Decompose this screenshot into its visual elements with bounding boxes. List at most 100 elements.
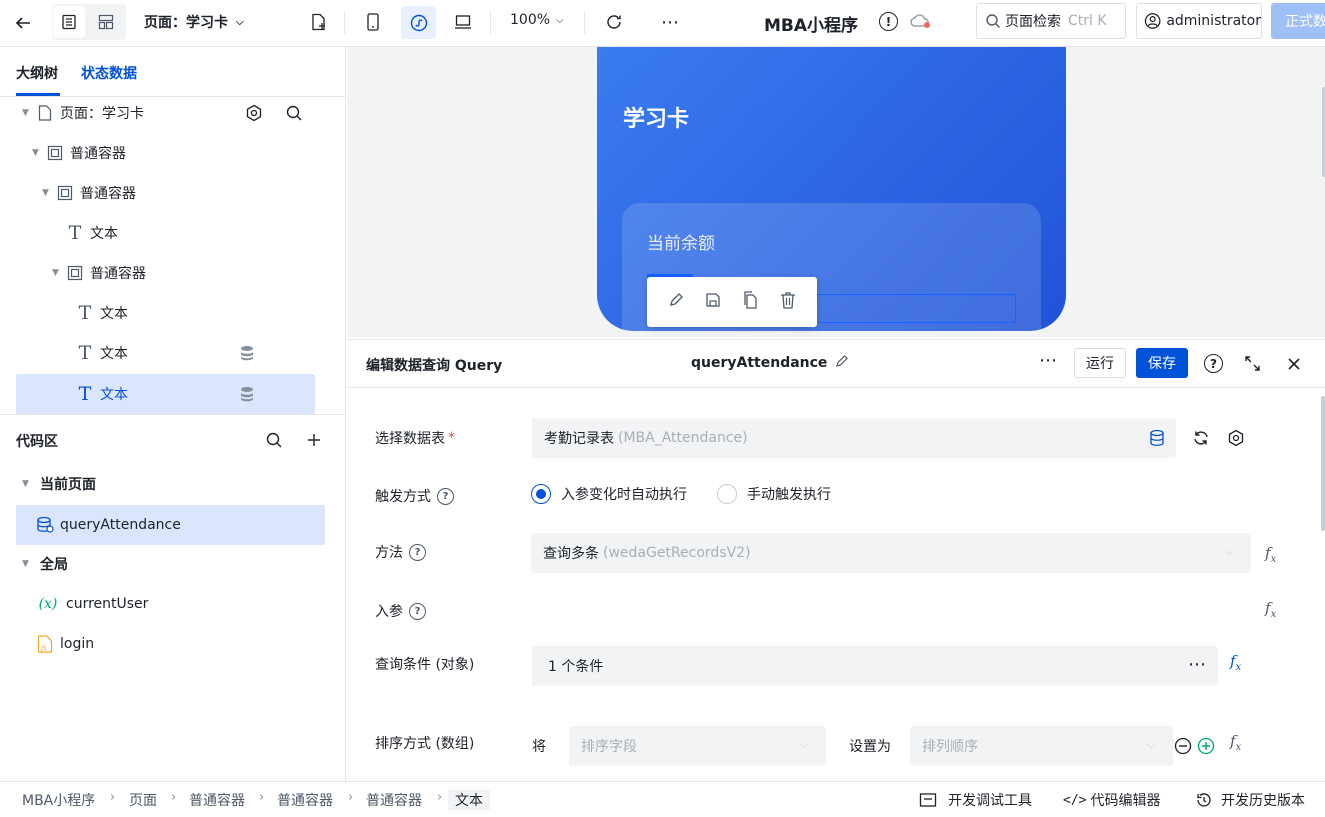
sort-field-select[interactable]: 排序字段 ⌵ bbox=[569, 726, 826, 766]
caret-down-icon: ▼ bbox=[42, 188, 49, 198]
settings-icon[interactable] bbox=[245, 104, 263, 126]
breadcrumb-item[interactable]: 页面 bbox=[129, 790, 157, 810]
global-item-login[interactable]: JS login bbox=[16, 624, 315, 664]
sort-prefix: 将 bbox=[532, 739, 546, 755]
refresh-icon[interactable] bbox=[1192, 429, 1210, 451]
global-item-currentuser[interactable]: (𝑥) currentUser bbox=[16, 584, 315, 624]
help-icon[interactable]: ? bbox=[409, 543, 426, 561]
query-item-queryattendance[interactable]: queryAttendance bbox=[16, 505, 325, 545]
zoom-select[interactable]: 100% ⌵ bbox=[510, 12, 564, 28]
sort-set-label: 设置为 bbox=[849, 739, 891, 755]
fx-icon-active[interactable]: fx bbox=[1230, 652, 1241, 673]
search-icon[interactable] bbox=[285, 104, 303, 126]
history-button[interactable]: 开发历史版本 bbox=[1196, 790, 1305, 810]
warning-icon[interactable]: ! bbox=[879, 12, 898, 31]
more-icon[interactable]: ⋯ bbox=[654, 6, 686, 38]
breadcrumb-item[interactable]: 普通容器 bbox=[189, 790, 245, 810]
chevron-down-icon: ⌵ bbox=[799, 738, 808, 751]
fx-icon[interactable]: fx bbox=[1265, 544, 1276, 565]
edit-icon[interactable] bbox=[668, 292, 684, 312]
remove-icon[interactable] bbox=[1174, 737, 1192, 759]
debug-tool-button[interactable]: 开发调试工具 bbox=[919, 790, 1032, 810]
save-icon[interactable] bbox=[705, 292, 721, 312]
layout-view-icon[interactable] bbox=[90, 6, 122, 38]
close-icon[interactable] bbox=[1287, 356, 1301, 375]
help-icon[interactable]: ? bbox=[437, 487, 454, 505]
tree-node-container[interactable]: ▼ 普通容器 bbox=[16, 253, 315, 293]
divider bbox=[584, 12, 585, 34]
cloud-status-icon[interactable] bbox=[909, 12, 933, 30]
tree-node-text[interactable]: T 文本 bbox=[16, 293, 315, 333]
chevron-right-icon: › bbox=[110, 790, 116, 805]
page-select[interactable]: 页面：学习卡 ⌵ bbox=[144, 12, 244, 32]
add-page-icon[interactable] bbox=[303, 6, 335, 38]
query-item-label: queryAttendance bbox=[60, 517, 181, 533]
global-group[interactable]: ▼ 全局 bbox=[16, 544, 315, 584]
tree-node-page[interactable]: ▼ 页面：学习卡 bbox=[16, 93, 315, 133]
code-editor-button[interactable]: </> 代码编辑器 bbox=[1063, 790, 1160, 810]
breadcrumb-item[interactable]: 普通容器 bbox=[366, 790, 422, 810]
condition-label: 查询条件 (对象) bbox=[375, 657, 475, 673]
help-icon[interactable]: ? bbox=[1204, 354, 1223, 373]
help-icon[interactable]: ? bbox=[409, 602, 426, 620]
refresh-icon[interactable] bbox=[598, 6, 630, 38]
user-menu[interactable]: administrator bbox=[1136, 3, 1262, 39]
fx-icon[interactable]: fx bbox=[1265, 599, 1276, 620]
table-select[interactable]: 考勤记录表 (MBA_Attendance) bbox=[532, 418, 1176, 458]
more-icon[interactable]: ⋯ bbox=[1188, 654, 1206, 675]
code-icon: </> bbox=[1063, 792, 1087, 808]
container-icon bbox=[66, 264, 84, 282]
desktop-preview-icon[interactable] bbox=[447, 6, 479, 38]
tree-node-text[interactable]: T 文本 bbox=[16, 213, 315, 253]
balance-label: 当前余额 bbox=[647, 234, 715, 254]
tree-node-container[interactable]: ▼ 普通容器 bbox=[16, 173, 315, 213]
svg-text:JS: JS bbox=[40, 645, 47, 652]
user-icon bbox=[1144, 13, 1161, 29]
breadcrumb-item[interactable]: MBA小程序 bbox=[22, 790, 95, 810]
caret-down-icon: ▼ bbox=[22, 559, 29, 569]
chevron-right-icon: › bbox=[348, 790, 354, 805]
chevron-down-icon: ⌵ bbox=[1224, 545, 1233, 558]
current-page-group[interactable]: ▼ 当前页面 bbox=[16, 464, 315, 504]
radio-unchecked-icon bbox=[717, 484, 737, 504]
panel-scrollbar[interactable] bbox=[1321, 396, 1325, 531]
breadcrumb-current[interactable]: 文本 bbox=[448, 790, 490, 810]
edit-name-icon[interactable] bbox=[835, 354, 849, 372]
debug-tool-label: 开发调试工具 bbox=[948, 793, 1032, 809]
database-icon bbox=[239, 386, 255, 406]
chevron-down-icon: ⌵ bbox=[236, 16, 244, 28]
trigger-manual-radio[interactable]: 手动触发执行 bbox=[717, 484, 831, 504]
outline-view-icon[interactable] bbox=[53, 6, 85, 38]
tab-outline[interactable]: 大纲树 bbox=[16, 63, 58, 83]
tree-node-container[interactable]: ▼ 普通容器 bbox=[16, 133, 315, 173]
run-button[interactable]: 运行 bbox=[1074, 348, 1126, 378]
mobile-preview-icon[interactable] bbox=[357, 6, 389, 38]
fx-icon[interactable]: fx bbox=[1230, 732, 1241, 753]
save-button[interactable]: 保存 bbox=[1136, 348, 1188, 378]
add-circle-icon[interactable] bbox=[1197, 737, 1215, 759]
divider bbox=[344, 12, 345, 34]
condition-field[interactable]: 1 个条件 ⋯ bbox=[532, 646, 1218, 686]
breadcrumb-item[interactable]: 普通容器 bbox=[277, 790, 333, 810]
more-icon[interactable]: ⋯ bbox=[1039, 350, 1057, 371]
publish-button[interactable]: 正式数 bbox=[1271, 3, 1325, 39]
radio-checked-icon bbox=[531, 484, 551, 504]
trigger-auto-radio[interactable]: 入参变化时自动执行 bbox=[531, 484, 687, 504]
delete-icon[interactable] bbox=[780, 291, 796, 313]
caret-down-icon: ▼ bbox=[32, 148, 39, 158]
back-arrow-icon[interactable] bbox=[7, 7, 39, 39]
settings-icon[interactable] bbox=[1227, 429, 1245, 451]
page-search-box[interactable]: 页面检索 Ctrl K bbox=[976, 3, 1126, 39]
search-icon[interactable] bbox=[265, 431, 283, 453]
copy-icon[interactable] bbox=[743, 291, 759, 313]
query-name[interactable]: queryAttendance bbox=[691, 354, 849, 372]
tab-state-data[interactable]: 状态数据 bbox=[81, 63, 137, 83]
tree-node-text[interactable]: T 文本 bbox=[16, 333, 315, 373]
chevron-right-icon: › bbox=[171, 790, 177, 805]
add-icon[interactable] bbox=[305, 431, 323, 453]
sort-order-select[interactable]: 排列顺序 ⌵ bbox=[910, 726, 1173, 766]
expand-icon[interactable] bbox=[1244, 355, 1261, 376]
method-select[interactable]: 查询多条 (wedaGetRecordsV2) ⌵ bbox=[531, 533, 1251, 573]
miniprogram-preview-icon[interactable] bbox=[401, 6, 436, 39]
tree-node-text-selected[interactable]: T 文本 bbox=[16, 374, 315, 414]
